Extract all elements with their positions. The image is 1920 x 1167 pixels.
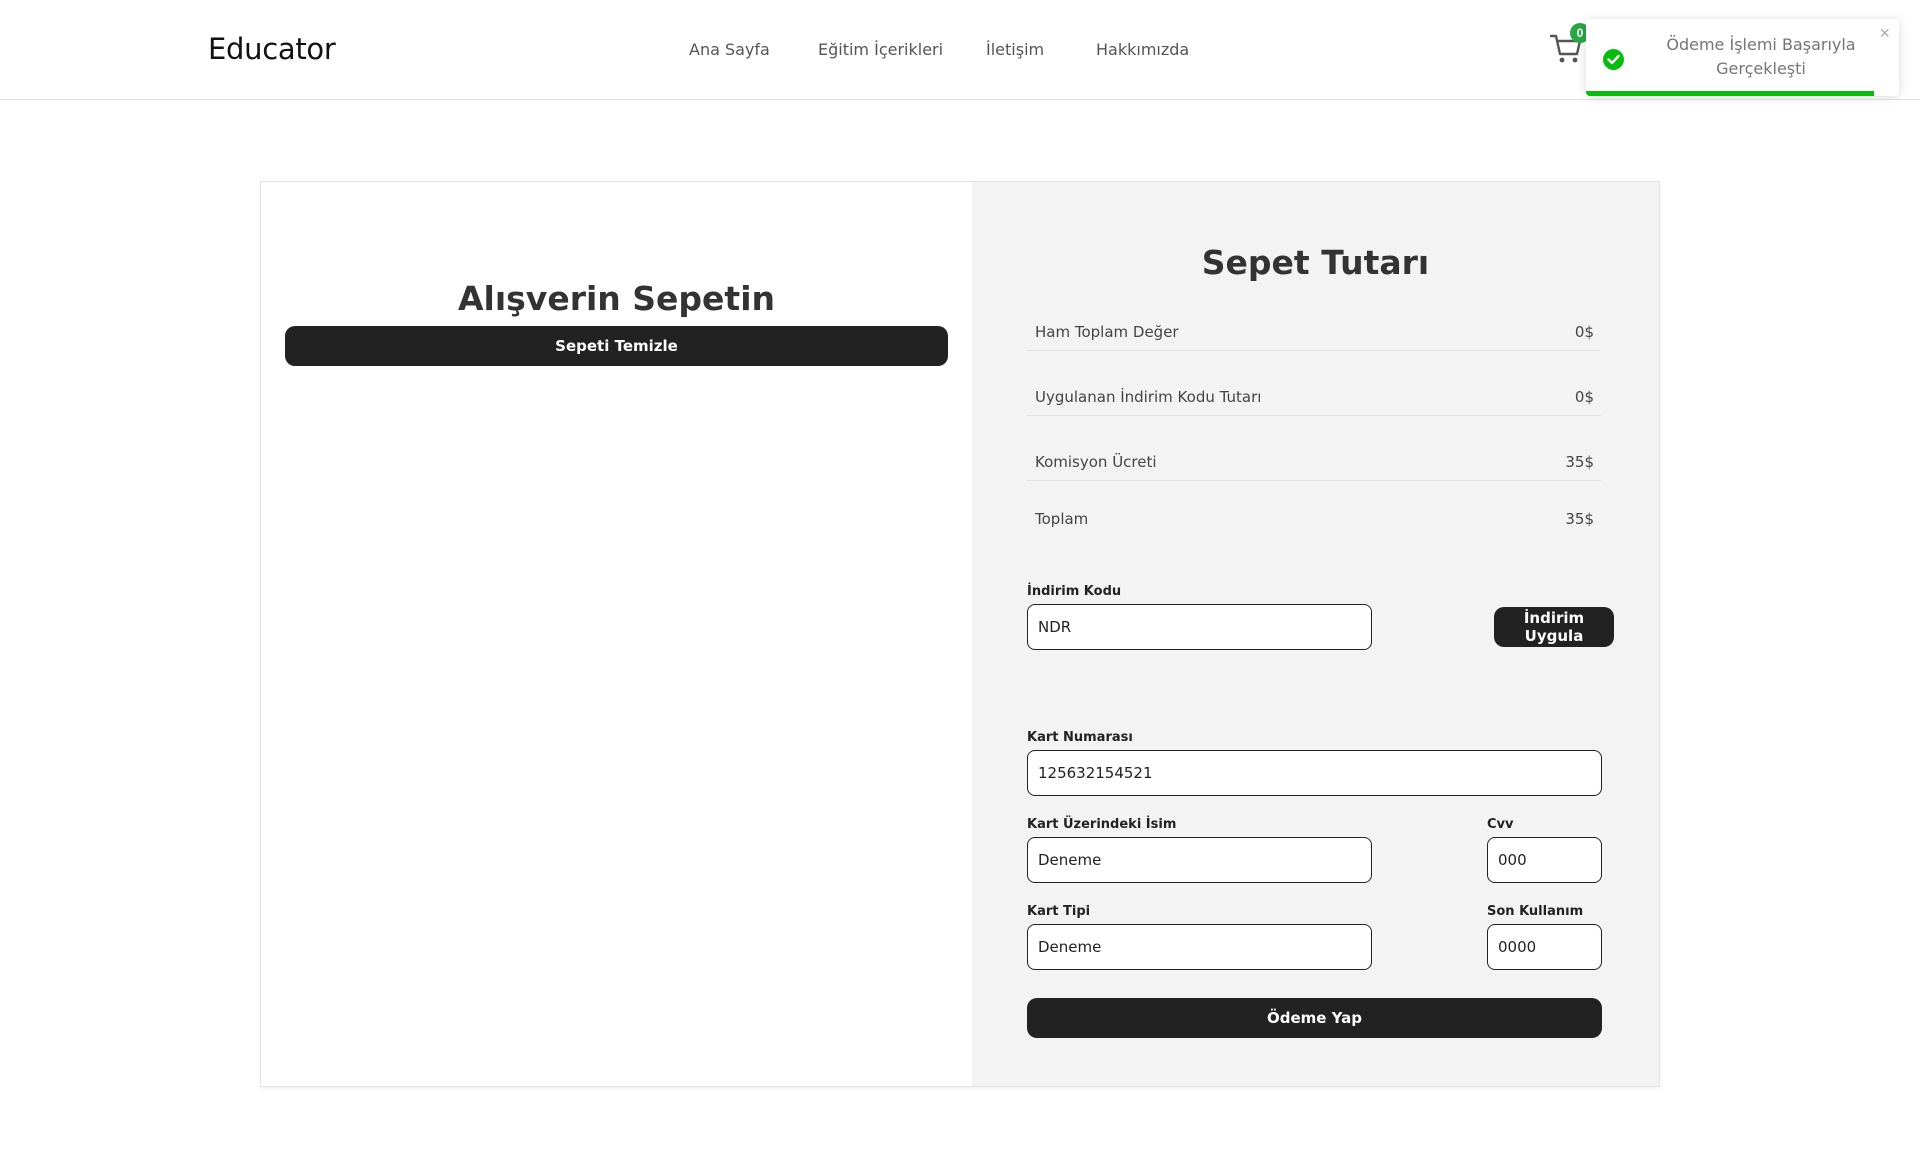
cart-card: Alışverin Sepetin Sepeti Temizle Sepet T… [260,181,1660,1087]
nav-courses[interactable]: Eğitim İçerikleri [818,40,943,59]
summary-title: Sepet Tutarı [1201,243,1430,282]
summary-row: Komisyon Ücreti 35$ [1027,441,1601,481]
summary-row: Uygulanan İndirim Kodu Tutarı 0$ [1027,376,1601,416]
expiry-label: Son Kullanım [1487,904,1584,919]
summary-row-label: Uygulanan İndirim Kodu Tutarı [1035,388,1262,406]
check-circle-icon [1603,49,1624,70]
summary-row-value: 35$ [1565,510,1594,528]
summary-row-total: Toplam 35$ [1027,498,1601,538]
expiry-input[interactable] [1487,924,1602,970]
close-icon[interactable]: × [1879,23,1890,44]
card-number-label: Kart Numarası [1027,730,1133,745]
summary-row-value: 35$ [1565,453,1594,471]
card-type-input[interactable] [1027,924,1372,970]
discount-code-input[interactable] [1027,604,1372,650]
cart-items-panel: Alışverin Sepetin Sepeti Temizle [261,182,972,1086]
toast-progress-bar [1586,91,1874,96]
brand-logo[interactable]: Educator [208,32,336,66]
nav-contact[interactable]: İletişim [986,40,1044,59]
toast-message: Ödeme İşlemi Başarıyla Gerçekleşti [1666,35,1856,78]
summary-row: Ham Toplam Değer 0$ [1027,311,1601,351]
summary-row-label: Toplam [1035,510,1089,528]
clear-cart-button[interactable]: Sepeti Temizle [285,326,948,366]
discount-code-label: İndirim Kodu [1027,584,1122,599]
nav-home[interactable]: Ana Sayfa [689,40,770,59]
success-toast[interactable]: Ödeme İşlemi Başarıyla Gerçekleşti × [1586,19,1899,96]
cart-title: Alışverin Sepetin [458,279,775,318]
summary-row-label: Ham Toplam Değer [1035,323,1179,341]
apply-discount-button[interactable]: İndirim Uygula [1494,607,1614,647]
pay-button[interactable]: Ödeme Yap [1027,998,1602,1038]
summary-row-value: 0$ [1574,388,1594,406]
cvv-label: Cvv [1487,817,1514,832]
nav-about[interactable]: Hakkımızda [1096,40,1189,59]
card-name-label: Kart Üzerindeki İsim [1027,817,1177,832]
cvv-input[interactable] [1487,837,1602,883]
card-name-input[interactable] [1027,837,1372,883]
card-number-input[interactable] [1027,750,1602,796]
summary-row-value: 0$ [1574,323,1594,341]
cart-summary-panel: Sepet Tutarı Ham Toplam Değer 0$ Uygulan… [972,182,1659,1086]
card-type-label: Kart Tipi [1027,904,1091,919]
summary-row-label: Komisyon Ücreti [1035,453,1157,471]
